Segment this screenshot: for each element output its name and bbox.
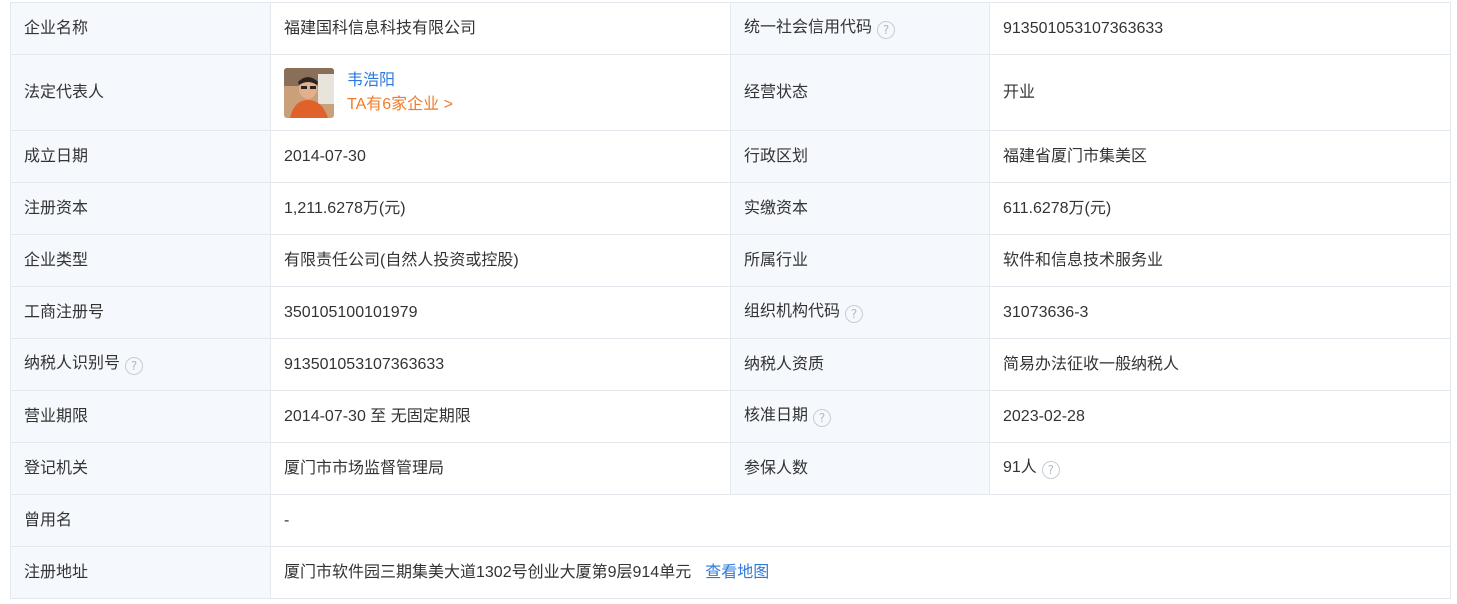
approved-label: 核准日期 <box>744 407 809 424</box>
table-row: 注册地址 厦门市软件园三期集美大道1302号创业大厦第9层914单元 查看地图 <box>10 546 1451 599</box>
taxpayer-qual-value: 简易办法征收一般纳税人 <box>989 338 1451 391</box>
address-value: 厦门市软件园三期集美大道1302号创业大厦第9层914单元 <box>284 563 692 581</box>
company-info-panel: 企业名称 福建国科信息科技有限公司 统一社会信用代码? 913501053107… <box>10 2 1451 599</box>
company-name-value: 福建国科信息科技有限公司 <box>270 2 731 55</box>
approved-label-cell: 核准日期? <box>730 390 990 443</box>
credit-code-value: 913501053107363633 <box>989 2 1451 55</box>
view-map-link[interactable]: 查看地图 <box>705 564 769 581</box>
question-circle-icon[interactable]: ? <box>877 21 896 39</box>
reg-no-value: 350105100101979 <box>270 286 731 339</box>
insured-label: 参保人数 <box>730 442 990 495</box>
address-cell: 厦门市软件园三期集美大道1302号创业大厦第9层914单元 查看地图 <box>270 546 1451 599</box>
question-circle-icon[interactable]: ? <box>1041 461 1060 479</box>
table-row: 成立日期 2014-07-30 行政区划 福建省厦门市集美区 <box>10 130 1451 183</box>
company-type-label: 企业类型 <box>10 234 271 287</box>
legal-rep-block: 韦浩阳 TA有6家企业 > <box>284 67 717 118</box>
taxpayer-id-label: 纳税人识别号 <box>24 355 121 372</box>
former-name-label: 曾用名 <box>10 494 271 547</box>
company-name-label: 企业名称 <box>10 2 271 55</box>
term-value: 2014-07-30 至 无固定期限 <box>270 390 731 443</box>
authority-label: 登记机关 <box>10 442 271 495</box>
former-name-value: - <box>270 494 1451 547</box>
question-circle-icon[interactable]: ? <box>813 409 832 427</box>
reg-capital-label: 注册资本 <box>10 182 271 235</box>
question-circle-icon[interactable]: ? <box>845 305 864 323</box>
district-label: 行政区划 <box>730 130 990 183</box>
table-row: 营业期限 2014-07-30 至 无固定期限 核准日期? 2023-02-28 <box>10 390 1451 443</box>
term-label: 营业期限 <box>10 390 271 443</box>
approved-value: 2023-02-28 <box>989 390 1451 443</box>
legal-rep-cell: 韦浩阳 TA有6家企业 > <box>270 54 731 131</box>
paid-capital-value: 611.6278万(元) <box>989 182 1451 235</box>
taxpayer-id-value: 913501053107363633 <box>270 338 731 391</box>
reg-no-label: 工商注册号 <box>10 286 271 339</box>
industry-value: 软件和信息技术服务业 <box>989 234 1451 287</box>
legal-rep-name-link[interactable]: 韦浩阳 <box>347 69 453 93</box>
legal-rep-label: 法定代表人 <box>10 54 271 131</box>
table-row: 纳税人识别号? 913501053107363633 纳税人资质 简易办法征收一… <box>10 338 1451 391</box>
authority-value: 厦门市市场监督管理局 <box>270 442 731 495</box>
taxpayer-qual-label: 纳税人资质 <box>730 338 990 391</box>
table-row: 注册资本 1,211.6278万(元) 实缴资本 611.6278万(元) <box>10 182 1451 235</box>
paid-capital-label: 实缴资本 <box>730 182 990 235</box>
table-row: 企业名称 福建国科信息科技有限公司 统一社会信用代码? 913501053107… <box>10 2 1451 55</box>
legal-rep-companies-link[interactable]: TA有6家企业 > <box>347 93 453 117</box>
table-row: 企业类型 有限责任公司(自然人投资或控股) 所属行业 软件和信息技术服务业 <box>10 234 1451 287</box>
credit-code-label: 统一社会信用代码 <box>744 19 873 36</box>
legal-rep-text: 韦浩阳 TA有6家企业 > <box>347 69 453 117</box>
org-code-label: 组织机构代码 <box>744 303 841 320</box>
taxpayer-id-label-cell: 纳税人识别号? <box>10 338 271 391</box>
avatar[interactable] <box>284 67 334 118</box>
insured-value: 91人 <box>1003 459 1037 476</box>
insured-value-cell: 91人? <box>989 442 1451 495</box>
table-row: 曾用名 - <box>10 494 1451 547</box>
table-row: 登记机关 厦门市市场监督管理局 参保人数 91人? <box>10 442 1451 495</box>
credit-code-label-cell: 统一社会信用代码? <box>730 2 990 55</box>
table-row: 法定代表人 韦浩阳 TA有6家企业 > 经营状态 开业 <box>10 54 1451 131</box>
status-label: 经营状态 <box>730 54 990 131</box>
district-value: 福建省厦门市集美区 <box>989 130 1451 183</box>
person-photo-icon <box>284 67 334 118</box>
company-info-table: 企业名称 福建国科信息科技有限公司 统一社会信用代码? 913501053107… <box>10 2 1451 599</box>
industry-label: 所属行业 <box>730 234 990 287</box>
founded-label: 成立日期 <box>10 130 271 183</box>
org-code-label-cell: 组织机构代码? <box>730 286 990 339</box>
question-circle-icon[interactable]: ? <box>125 357 144 375</box>
table-row: 工商注册号 350105100101979 组织机构代码? 31073636-3 <box>10 286 1451 339</box>
status-value: 开业 <box>989 54 1451 131</box>
company-type-value: 有限责任公司(自然人投资或控股) <box>270 234 731 287</box>
org-code-value: 31073636-3 <box>989 286 1451 339</box>
founded-value: 2014-07-30 <box>270 130 731 183</box>
address-label: 注册地址 <box>10 546 271 599</box>
reg-capital-value: 1,211.6278万(元) <box>270 182 731 235</box>
